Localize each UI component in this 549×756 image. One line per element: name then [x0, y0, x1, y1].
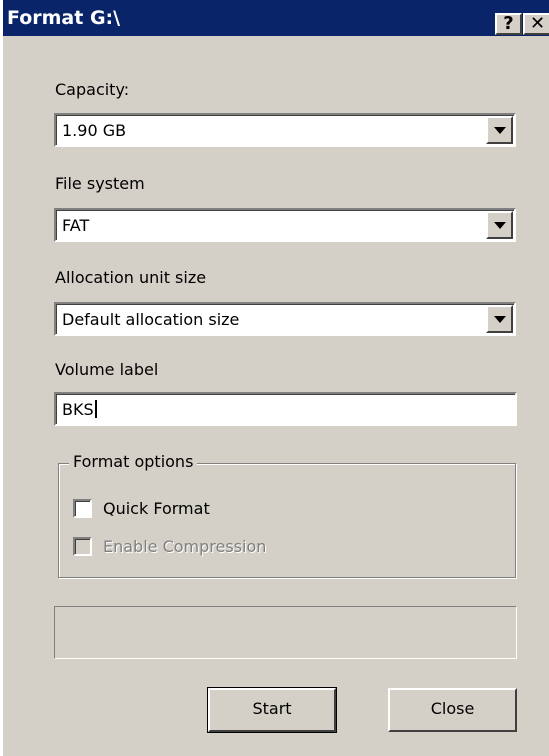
file-system-value: FAT: [62, 216, 90, 235]
chevron-down-icon: [494, 316, 506, 323]
volume-label-input[interactable]: BKS: [54, 392, 517, 426]
chevron-down-icon: [494, 127, 506, 134]
allocation-unit-label: Allocation unit size: [55, 268, 207, 287]
quick-format-checkbox[interactable]: [73, 499, 92, 518]
enable-compression-checkbox: [73, 537, 92, 556]
help-button[interactable]: ?: [495, 13, 522, 35]
title-bar[interactable]: Format G:\ ? ✕: [3, 0, 549, 36]
allocation-unit-dropdown-button[interactable]: [486, 305, 513, 333]
close-icon: ✕: [529, 13, 546, 34]
capacity-dropdown-button[interactable]: [486, 116, 513, 144]
close-window-button[interactable]: ✕: [523, 13, 549, 35]
file-system-dropdown-button[interactable]: [486, 211, 513, 239]
volume-label-text-wrap: BKS: [62, 400, 97, 420]
capacity-select[interactable]: 1.90 GB: [54, 113, 516, 147]
file-system-select[interactable]: FAT: [54, 208, 516, 242]
allocation-unit-value: Default allocation size: [62, 310, 240, 329]
start-button[interactable]: Start: [207, 687, 337, 733]
file-system-label: File system: [55, 174, 145, 193]
format-options-legend: Format options: [69, 452, 198, 472]
format-dialog: Format G:\ ? ✕ Capacity: 1.90 GB File sy…: [0, 0, 549, 756]
format-options-group: Format options Quick Format Enable Compr…: [58, 452, 516, 578]
allocation-unit-select[interactable]: Default allocation size: [54, 302, 516, 336]
capacity-value: 1.90 GB: [62, 121, 127, 140]
text-caret: [94, 400, 97, 418]
volume-label-label: Volume label: [55, 360, 159, 379]
volume-label-value: BKS: [62, 400, 94, 419]
chevron-down-icon: [494, 222, 506, 229]
window-title: Format G:\: [7, 7, 121, 29]
capacity-label: Capacity:: [55, 80, 130, 99]
close-button[interactable]: Close: [388, 688, 517, 732]
enable-compression-label: Enable Compression: [103, 537, 267, 556]
format-progress-bar: [54, 606, 517, 659]
quick-format-label[interactable]: Quick Format: [103, 498, 210, 520]
